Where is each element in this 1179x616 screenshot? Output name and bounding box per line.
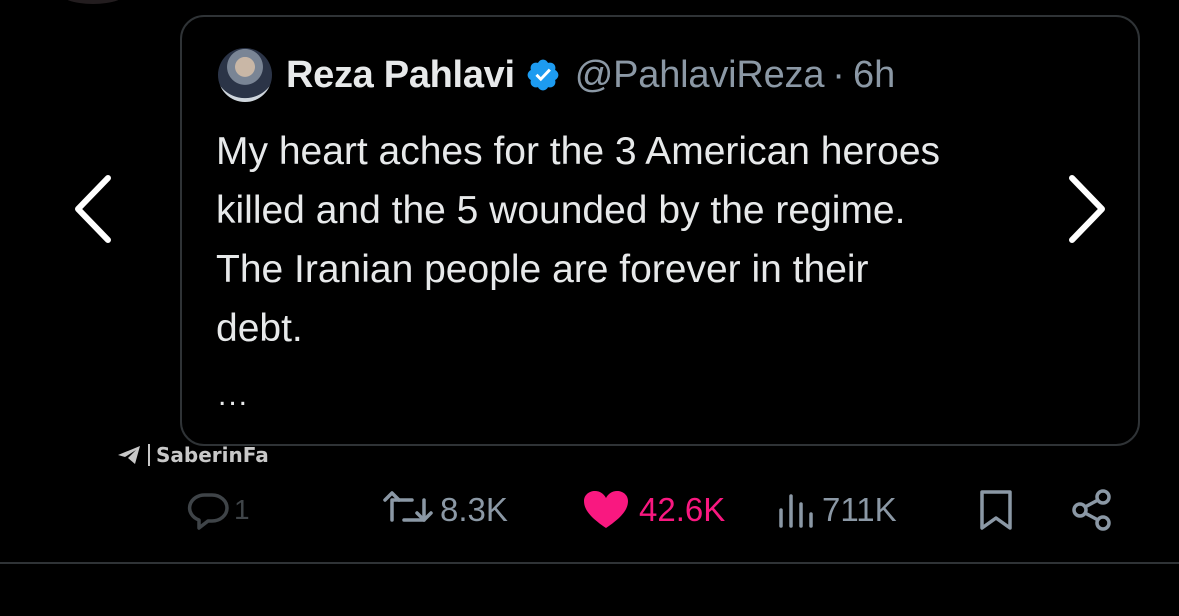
chevron-left-icon[interactable] (70, 172, 118, 246)
quoted-tweet-card[interactable]: Reza Pahlavi @PahlaviReza · 6h My heart … (180, 15, 1140, 446)
bookmark-button[interactable] (976, 482, 1016, 538)
repost-count: 8.3K (440, 491, 508, 528)
bookmark-icon (980, 490, 1012, 530)
tweet-timestamp[interactable]: 6h (853, 54, 895, 97)
reply-count: 1 (234, 494, 250, 525)
previous-avatar-fragment (58, 0, 128, 4)
author-handle[interactable]: @PahlaviReza (575, 54, 825, 97)
author-name[interactable]: Reza Pahlavi (286, 54, 515, 97)
watermark: SaberinFa (116, 441, 269, 469)
reply-icon (187, 493, 229, 530)
repost-button[interactable]: 8.3K (382, 482, 508, 538)
quoted-tweet-header: Reza Pahlavi @PahlaviReza · 6h (218, 47, 895, 103)
share-icon (1072, 489, 1111, 531)
reply-button[interactable]: 1 (186, 482, 250, 538)
tweet-actions-bar: 1 8.3K 42.6K 711K (0, 482, 1179, 538)
telegram-icon (118, 446, 140, 464)
repost-icon (383, 491, 433, 522)
tweet-text: My heart aches for the 3 American heroes… (216, 122, 1116, 358)
watermark-text: SaberinFa (156, 443, 269, 467)
verified-badge-icon (527, 59, 559, 91)
meta-separator: · (832, 53, 845, 96)
share-button[interactable] (1070, 482, 1114, 538)
like-count: 42.6K (639, 491, 726, 528)
tweet-text-line: debt. (216, 307, 303, 350)
heart-icon (584, 491, 628, 528)
show-more-ellipsis[interactable]: ... (218, 379, 249, 413)
views-count: 711K (822, 491, 897, 528)
like-button[interactable]: 42.6K (583, 482, 725, 538)
tweet-text-line: My heart aches for the 3 American heroes (216, 130, 941, 173)
watermark-divider (148, 444, 150, 466)
tweet-text-line: killed and the 5 wounded by the regime. (216, 189, 906, 232)
tweet-text-line: The Iranian people are forever in their (216, 248, 869, 291)
views-icon (779, 494, 813, 528)
views-button[interactable]: 711K (776, 482, 897, 538)
chevron-right-icon[interactable] (1062, 172, 1110, 246)
author-avatar[interactable] (218, 48, 272, 102)
section-divider (0, 562, 1179, 564)
